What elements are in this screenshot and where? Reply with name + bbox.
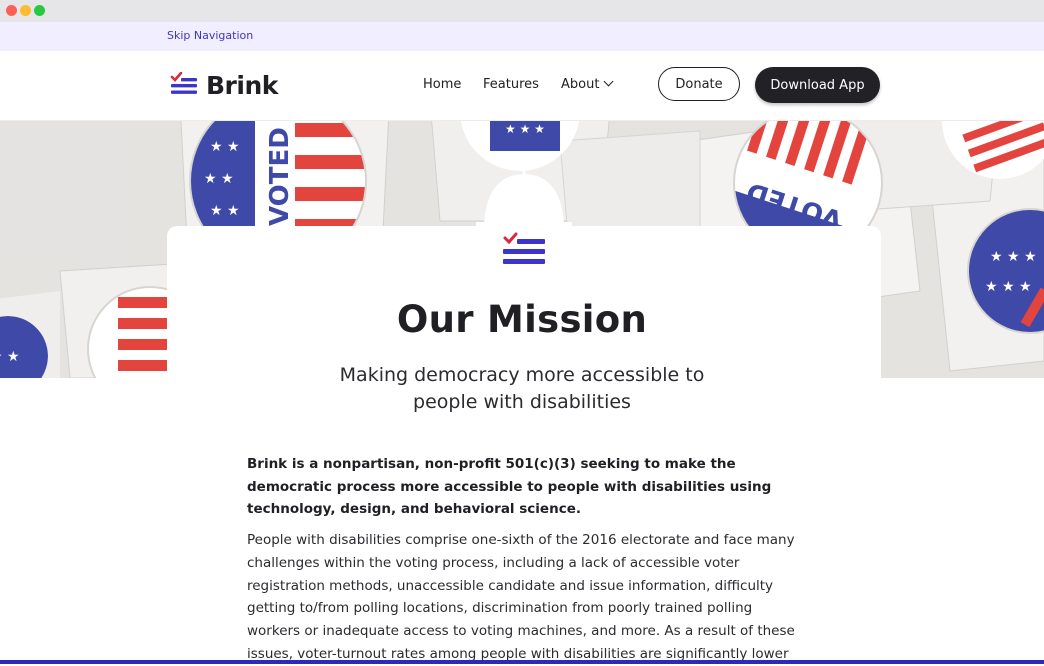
site-header: Brink Home Features About Donate Downloa… [0, 51, 1044, 121]
mission-body-paragraph: People with disabilities comprise one-si… [247, 532, 795, 662]
brand-name: Brink [206, 70, 278, 100]
checklist-icon [503, 232, 545, 264]
skip-navigation-bar: Skip Navigation [0, 22, 1044, 51]
brand-logo[interactable]: Brink [170, 68, 278, 102]
bottom-accent-bar [0, 660, 1044, 664]
donate-button[interactable]: Donate [658, 67, 740, 101]
nav-about-label: About [561, 77, 600, 92]
maximize-window-icon[interactable] [34, 5, 45, 16]
page-subtitle: Making democracy more accessible to peop… [339, 364, 705, 413]
brand-logo-icon [170, 72, 197, 94]
close-window-icon[interactable] [6, 5, 17, 16]
browser-chrome [0, 0, 1044, 23]
nav-home[interactable]: Home [423, 77, 461, 92]
minimize-window-icon[interactable] [20, 5, 31, 16]
page-title: Our Mission [396, 298, 648, 341]
nav-features[interactable]: Features [483, 77, 539, 92]
nav-about[interactable]: About [561, 76, 614, 92]
skip-navigation-link[interactable]: Skip Navigation [167, 29, 253, 42]
download-app-button[interactable]: Download App [755, 67, 880, 103]
capitol-dome-icon [476, 155, 572, 232]
chevron-down-icon [603, 76, 614, 87]
mission-lead-paragraph: Brink is a nonpartisan, non-profit 501(c… [247, 456, 772, 517]
